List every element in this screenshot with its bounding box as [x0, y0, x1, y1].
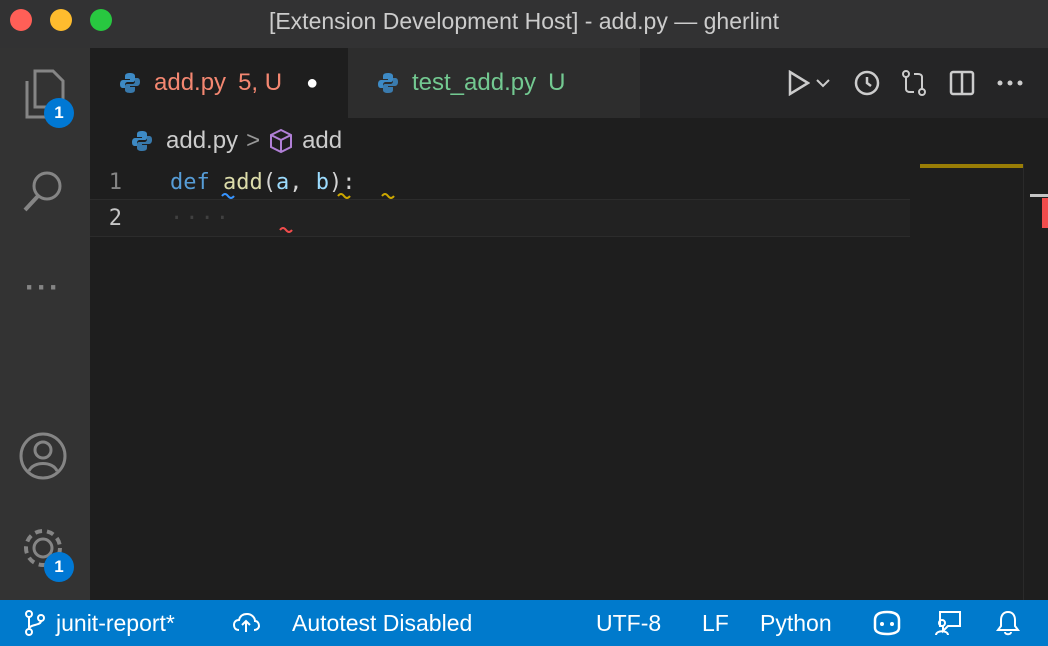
paren-open: (	[262, 169, 276, 195]
git-branch-icon	[25, 610, 45, 636]
breadcrumb-file[interactable]: add.py	[166, 127, 238, 155]
language-mode[interactable]: Python	[760, 600, 832, 646]
function-symbol-icon	[270, 128, 293, 154]
copilot-icon[interactable]	[872, 600, 902, 646]
editor-tabs: add.py 5, U ● test_add.py U	[90, 48, 1048, 118]
function-name: add	[223, 169, 263, 195]
breadcrumb: add.py > add	[90, 118, 1048, 164]
unsaved-dot-icon[interactable]: ●	[306, 72, 318, 95]
paren-close: ):	[329, 169, 356, 195]
feedback-icon[interactable]	[934, 600, 962, 646]
activity-bar: 1 ··· 1	[0, 48, 90, 600]
branch-name: junit-report*	[56, 609, 175, 636]
more-icon[interactable]: ···	[17, 262, 69, 314]
whitespace-dots: ····	[170, 205, 231, 231]
settings-badge: 1	[44, 552, 74, 582]
python-file-icon	[132, 131, 152, 151]
line-content: def add(a, b):	[170, 170, 356, 195]
account-icon[interactable]	[17, 430, 69, 482]
window-title: [Extension Development Host] - add.py — …	[268, 8, 780, 34]
encoding-status[interactable]: UTF-8	[596, 600, 661, 646]
cloud-sync-icon[interactable]	[232, 600, 260, 646]
tab-label: add.py	[154, 69, 227, 96]
python-file-icon	[378, 73, 398, 93]
code-line-2[interactable]: 2 ····	[90, 199, 910, 237]
explorer-badge: 1	[44, 98, 74, 128]
comma: ,	[289, 169, 316, 195]
untracked-badge: U	[548, 69, 566, 96]
more-actions-icon[interactable]	[996, 69, 1024, 97]
run-icon[interactable]	[784, 69, 812, 97]
branch-status[interactable]: junit-report*	[24, 600, 175, 646]
search-icon[interactable]	[17, 166, 69, 218]
vertical-scrollbar[interactable]	[1023, 164, 1048, 600]
autotest-status[interactable]: Autotest Disabled	[292, 600, 472, 646]
status-bar: junit-report* Autotest Disabled UTF-8 LF…	[0, 600, 1048, 646]
error-squiggle	[279, 227, 293, 233]
line-number: 2	[108, 205, 122, 231]
keyword-def: def	[170, 169, 210, 195]
param-a: a	[276, 169, 290, 195]
line-number: 1	[108, 169, 122, 195]
editor-actions	[774, 48, 1048, 118]
tab-add-py[interactable]: add.py 5, U ●	[90, 48, 348, 118]
split-editor-icon[interactable]	[948, 69, 976, 97]
eol-status[interactable]: LF	[702, 600, 729, 646]
problem-count: 5, U	[238, 69, 283, 96]
python-file-icon	[120, 73, 140, 93]
title-bar: [Extension Development Host] - add.py — …	[0, 0, 1048, 48]
overview-ruler-warning	[920, 164, 1024, 168]
code-editor[interactable]: 1 def add(a, b): 2 ····	[90, 164, 1048, 600]
bell-icon[interactable]	[996, 600, 1020, 646]
timeline-history-icon[interactable]	[852, 69, 880, 97]
tab-test-add-py[interactable]: test_add.py U	[348, 48, 640, 118]
breadcrumb-symbol[interactable]: add	[302, 127, 342, 155]
tab-label: test_add.py	[412, 69, 537, 96]
chevron-down-icon[interactable]	[814, 69, 832, 97]
compare-changes-icon[interactable]	[900, 69, 928, 97]
param-b: b	[315, 169, 329, 195]
breadcrumb-separator: >	[246, 127, 261, 154]
code-line-1[interactable]: 1 def add(a, b):	[90, 164, 910, 200]
